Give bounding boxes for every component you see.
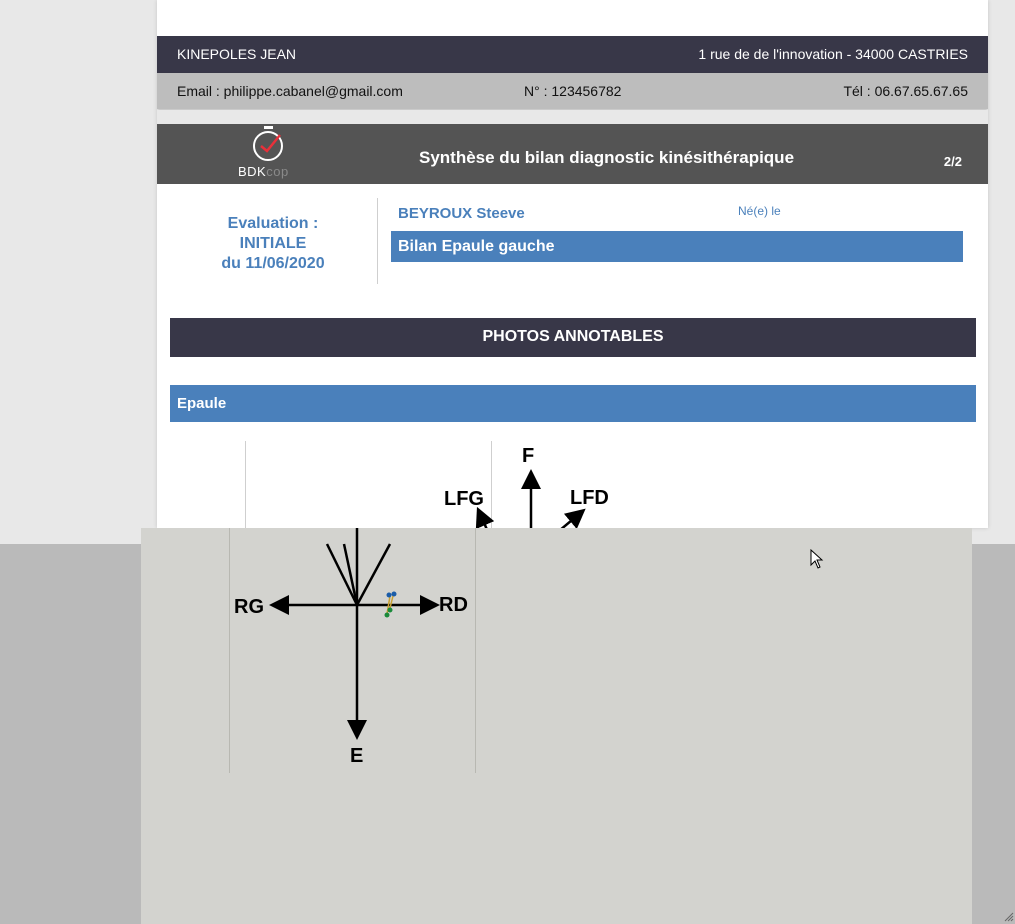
logo-sub-text: cop [266,164,289,179]
evaluation-date: du 11/06/2020 [221,255,325,272]
company-email: Email : philippe.cabanel@gmail.com [177,83,403,99]
evaluation-label: Evaluation : [227,215,319,232]
mouse-cursor-icon [810,549,824,569]
resize-grip-icon[interactable] [1004,912,1014,922]
company-bar: KINEPOLES JEAN 1 rue de de l'innovation … [157,36,988,73]
company-phone: Tél : 06.67.65.67.65 [843,83,968,99]
photos-section-title: PHOTOS ANNOTABLES [482,328,664,345]
logo-text: BDKcop [238,164,289,179]
evaluation-type: INITIALE [239,235,307,252]
company-number: N° : 123456782 [524,83,622,99]
body-part-header: Epaule [170,385,976,422]
label-front: F [522,445,534,467]
label-right-front: LFD [570,487,609,509]
label-right: RD [439,594,468,616]
direction-diagram-bottom[interactable]: RG RD E [229,528,474,773]
evaluation-block: Evaluation : INITIALE du 11/06/2020 [157,214,389,274]
photos-section-header: PHOTOS ANNOTABLES [170,318,976,357]
page-number: 2/2 [943,154,962,169]
bilan-title: Bilan Epaule gauche [398,238,555,255]
company-name: KINEPOLES JEAN [177,46,297,62]
birth-date-label: Né(e) le [738,204,781,218]
label-left: RG [234,596,264,618]
report-page: KINEPOLES JEAN 1 rue de de l'innovation … [157,0,988,528]
company-address: 1 rue de de l'innovation - 34000 CASTRIE… [698,46,968,62]
direction-diagram-top: F LFG LFD [444,445,609,528]
report-title: Synthèse du bilan diagnostic kinésithéra… [419,148,795,167]
logo-main-text: BDK [238,164,267,179]
patient-name: BEYROUX Steeve [398,205,525,222]
bilan-title-bar: Bilan Epaule gauche [391,231,963,262]
report-title-bar: BDKcop Synthèse du bilan diagnostic kiné… [157,124,988,184]
vertical-divider [377,198,378,284]
page-gap [157,110,988,124]
body-part-title: Epaule [177,395,227,412]
label-left-front: LFG [444,488,484,510]
contact-bar: Email : philippe.cabanel@gmail.com N° : … [157,73,988,109]
label-back: E [350,745,363,767]
